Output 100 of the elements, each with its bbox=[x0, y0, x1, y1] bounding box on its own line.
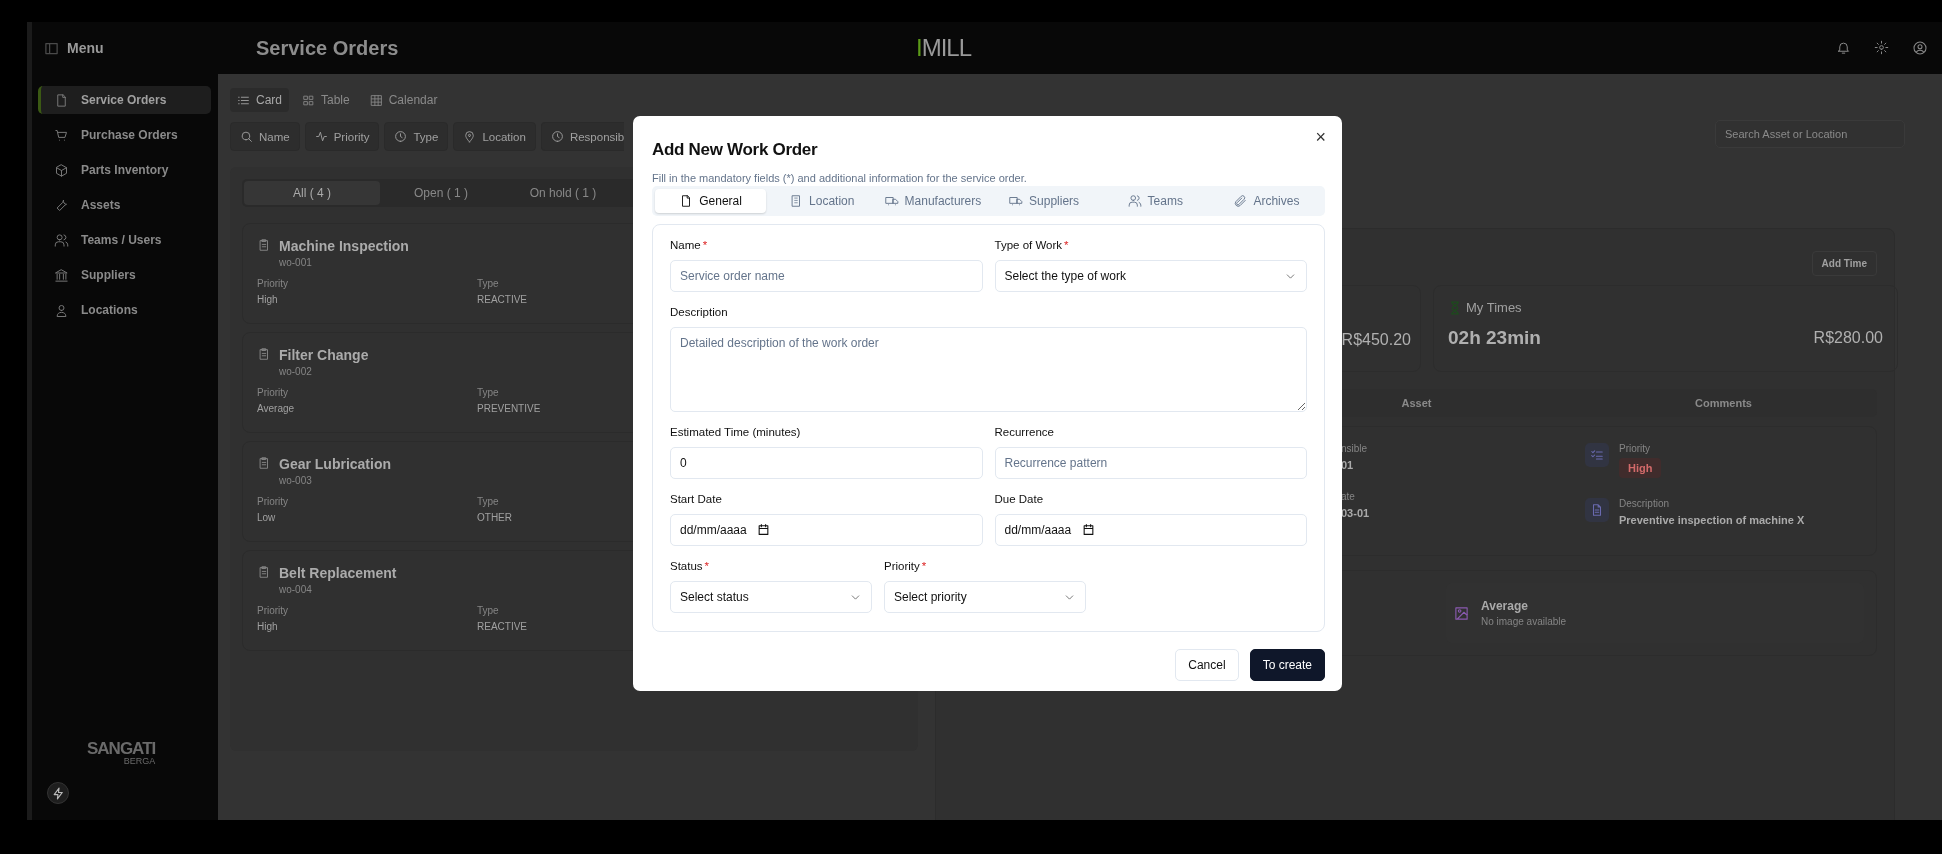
dialog-tab[interactable]: Suppliers bbox=[988, 189, 1100, 213]
field-label: Start Date bbox=[670, 493, 723, 505]
cost-value: R$280.00 bbox=[1813, 329, 1883, 347]
type-value: OTHER bbox=[477, 512, 513, 523]
filter-button[interactable]: Type bbox=[384, 122, 449, 151]
view-tab[interactable]: Table bbox=[295, 88, 357, 112]
select-field[interactable]: Select the type of work bbox=[994, 260, 1307, 292]
info-value: 03-01 bbox=[1341, 507, 1371, 519]
menu-title: Menu bbox=[67, 40, 104, 56]
select-field[interactable]: Select status bbox=[670, 581, 872, 613]
field-label: Priority bbox=[257, 496, 290, 507]
field-label: Priority bbox=[257, 278, 290, 289]
person-icon bbox=[54, 302, 69, 318]
order-code: wo-004 bbox=[279, 584, 313, 595]
clipboard-icon bbox=[257, 238, 271, 252]
filter-button[interactable]: Priority bbox=[304, 122, 380, 151]
sidebar-item[interactable]: Purchase Orders bbox=[38, 121, 211, 149]
order-title: Gear Lubrication bbox=[279, 456, 392, 472]
time-value: 02h 23min bbox=[1448, 327, 1541, 349]
cancel-button[interactable]: Cancel bbox=[1175, 649, 1239, 681]
calendar-icon[interactable] bbox=[757, 523, 770, 536]
field-label: Name * bbox=[670, 239, 709, 251]
clock-icon bbox=[550, 130, 564, 143]
status-tab[interactable]: All ( 4 ) bbox=[244, 181, 380, 205]
view-tab[interactable]: Calendar bbox=[362, 88, 445, 112]
truck-icon bbox=[1009, 194, 1024, 208]
text-field[interactable]: 0 bbox=[670, 447, 983, 479]
search-field[interactable]: Search Asset or Location bbox=[1715, 120, 1905, 148]
clock-icon bbox=[394, 130, 408, 143]
dialog-title: Add New Work Order bbox=[652, 140, 819, 160]
text-field[interactable]: Service order name bbox=[670, 260, 983, 292]
cart-icon bbox=[54, 127, 69, 143]
info-label: nsible bbox=[1341, 443, 1369, 454]
description-field[interactable]: Detailed description of the work order bbox=[670, 327, 1307, 412]
users-icon bbox=[1127, 194, 1142, 208]
sidebar-item[interactable]: Assets bbox=[38, 191, 211, 219]
bolt-button[interactable] bbox=[47, 782, 69, 804]
clipboard-icon bbox=[257, 456, 271, 470]
dialog-tab[interactable]: Location bbox=[766, 189, 878, 213]
add-time-button[interactable]: Add Time bbox=[1811, 251, 1877, 276]
sidebar-item[interactable]: Locations bbox=[38, 296, 211, 324]
filter-button[interactable]: Name bbox=[230, 122, 300, 151]
field-label: Type bbox=[477, 278, 500, 289]
status-tab[interactable]: Open ( 1 ) bbox=[380, 181, 502, 205]
calendar-icon[interactable] bbox=[1081, 523, 1095, 536]
detail-tab[interactable]: Comments bbox=[1695, 397, 1752, 409]
type-value: REACTIVE bbox=[477, 294, 528, 305]
image-title: Average bbox=[1481, 599, 1529, 613]
priority-badge: High bbox=[1619, 458, 1662, 478]
order-title: Belt Replacement bbox=[279, 565, 397, 581]
field-label: Type of Work * bbox=[994, 239, 1070, 251]
dialog-tab[interactable]: Manufacturers bbox=[877, 189, 989, 213]
image-note: No image available bbox=[1481, 616, 1567, 627]
dialog-tab[interactable]: General bbox=[655, 189, 767, 213]
detail-tab[interactable]: Asset bbox=[1401, 397, 1432, 409]
notification-icon[interactable] bbox=[1836, 40, 1851, 55]
dialog-tab[interactable]: Archives bbox=[1210, 189, 1323, 213]
status-tab[interactable]: On hold ( 1 ) bbox=[502, 181, 624, 205]
filter-button[interactable]: Responsib bbox=[540, 122, 625, 151]
date-field[interactable]: dd/mm/aaaa bbox=[994, 514, 1307, 546]
sidebar-item[interactable]: Teams / Users bbox=[38, 226, 211, 254]
priority-value: Average bbox=[257, 403, 296, 414]
priority-value: High bbox=[257, 294, 279, 305]
lightning-icon bbox=[51, 786, 65, 800]
view-tab[interactable]: Card bbox=[230, 88, 289, 112]
grid-icon bbox=[302, 93, 315, 107]
close-button[interactable]: × bbox=[1311, 128, 1330, 146]
field-label: Status * bbox=[670, 560, 711, 572]
dialog-tab[interactable]: Teams bbox=[1099, 189, 1211, 213]
box-icon bbox=[54, 162, 69, 178]
text-field[interactable]: Recurrence pattern bbox=[994, 447, 1307, 479]
clipboard-icon bbox=[257, 347, 271, 361]
info-label: Description bbox=[1619, 498, 1671, 509]
field-label: Priority bbox=[257, 387, 290, 398]
filter-button[interactable]: Location bbox=[453, 122, 536, 151]
create-button[interactable]: To create bbox=[1249, 649, 1325, 681]
logo: IMILL bbox=[916, 34, 972, 61]
bank-icon bbox=[54, 267, 69, 283]
info-label: Priority bbox=[1619, 443, 1652, 454]
table-icon bbox=[369, 93, 383, 107]
order-title: Machine Inspection bbox=[279, 238, 409, 254]
document-icon bbox=[1590, 503, 1604, 517]
user-icon[interactable] bbox=[1912, 40, 1928, 56]
brand-subtitle: BERGA bbox=[123, 757, 156, 766]
truck-icon bbox=[884, 194, 899, 208]
order-code: wo-002 bbox=[279, 366, 313, 377]
date-field[interactable]: dd/mm/aaaa bbox=[670, 514, 983, 546]
cost-value: R$450.20 bbox=[1341, 331, 1411, 349]
field-label: Recurrence bbox=[994, 426, 1055, 438]
priority-value: Low bbox=[257, 512, 277, 523]
sidebar-item[interactable]: Suppliers bbox=[38, 261, 211, 289]
map-pin-icon bbox=[463, 130, 477, 143]
clipboard-icon bbox=[257, 565, 271, 579]
page-title: Service Orders bbox=[256, 36, 400, 60]
field-label: Description bbox=[670, 306, 729, 318]
sidebar-item[interactable]: Service Orders bbox=[38, 86, 211, 114]
image-icon bbox=[1454, 605, 1469, 621]
sidebar-item[interactable]: Parts Inventory bbox=[38, 156, 211, 184]
select-field[interactable]: Select priority bbox=[884, 581, 1086, 613]
order-code: wo-003 bbox=[279, 475, 313, 486]
